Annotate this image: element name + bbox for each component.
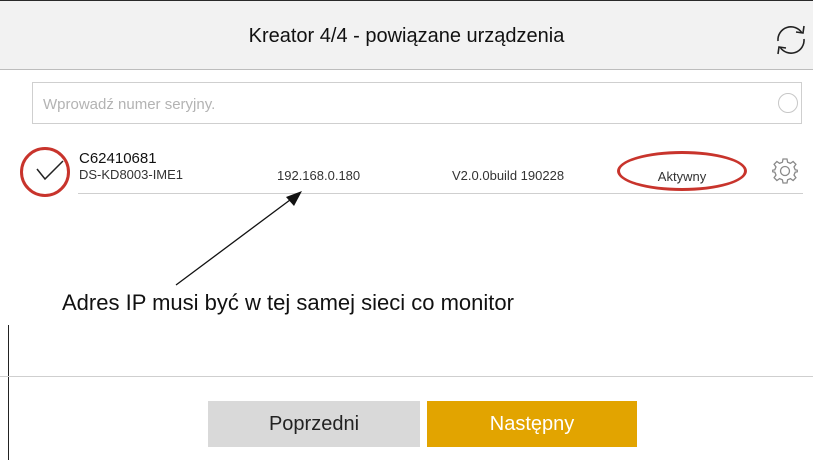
refresh-icon[interactable]: [772, 21, 810, 59]
footer-divider: [0, 376, 813, 377]
device-version: V2.0.0build 190228: [452, 168, 565, 183]
previous-button[interactable]: Poprzedni: [208, 401, 420, 447]
device-serial: C62410681: [79, 150, 157, 167]
device-status: Aktywny: [657, 169, 707, 184]
device-model: DS-KD8003-IME1: [79, 167, 184, 182]
callout-line: [8, 325, 9, 460]
row-divider: [78, 193, 803, 194]
wizard-screen: Kreator 4/4 - powiązane urządzenia C6241…: [0, 0, 813, 460]
next-button[interactable]: Następny: [427, 401, 637, 447]
annotation-text: Adres IP musi być w tej samej sieci co m…: [62, 290, 514, 315]
check-icon[interactable]: [35, 159, 65, 181]
serial-search: [32, 82, 802, 124]
search-status-icon[interactable]: [778, 93, 798, 113]
device-row[interactable]: C62410681 DS-KD8003-IME1 192.168.0.180 V…: [18, 140, 803, 197]
serial-search-input[interactable]: [41, 91, 765, 117]
header-bar: Kreator 4/4 - powiązane urządzenia: [0, 0, 813, 70]
page-title: Kreator 4/4 - powiązane urządzenia: [248, 25, 565, 47]
gear-icon[interactable]: [772, 158, 798, 184]
device-ip: 192.168.0.180: [277, 168, 361, 183]
